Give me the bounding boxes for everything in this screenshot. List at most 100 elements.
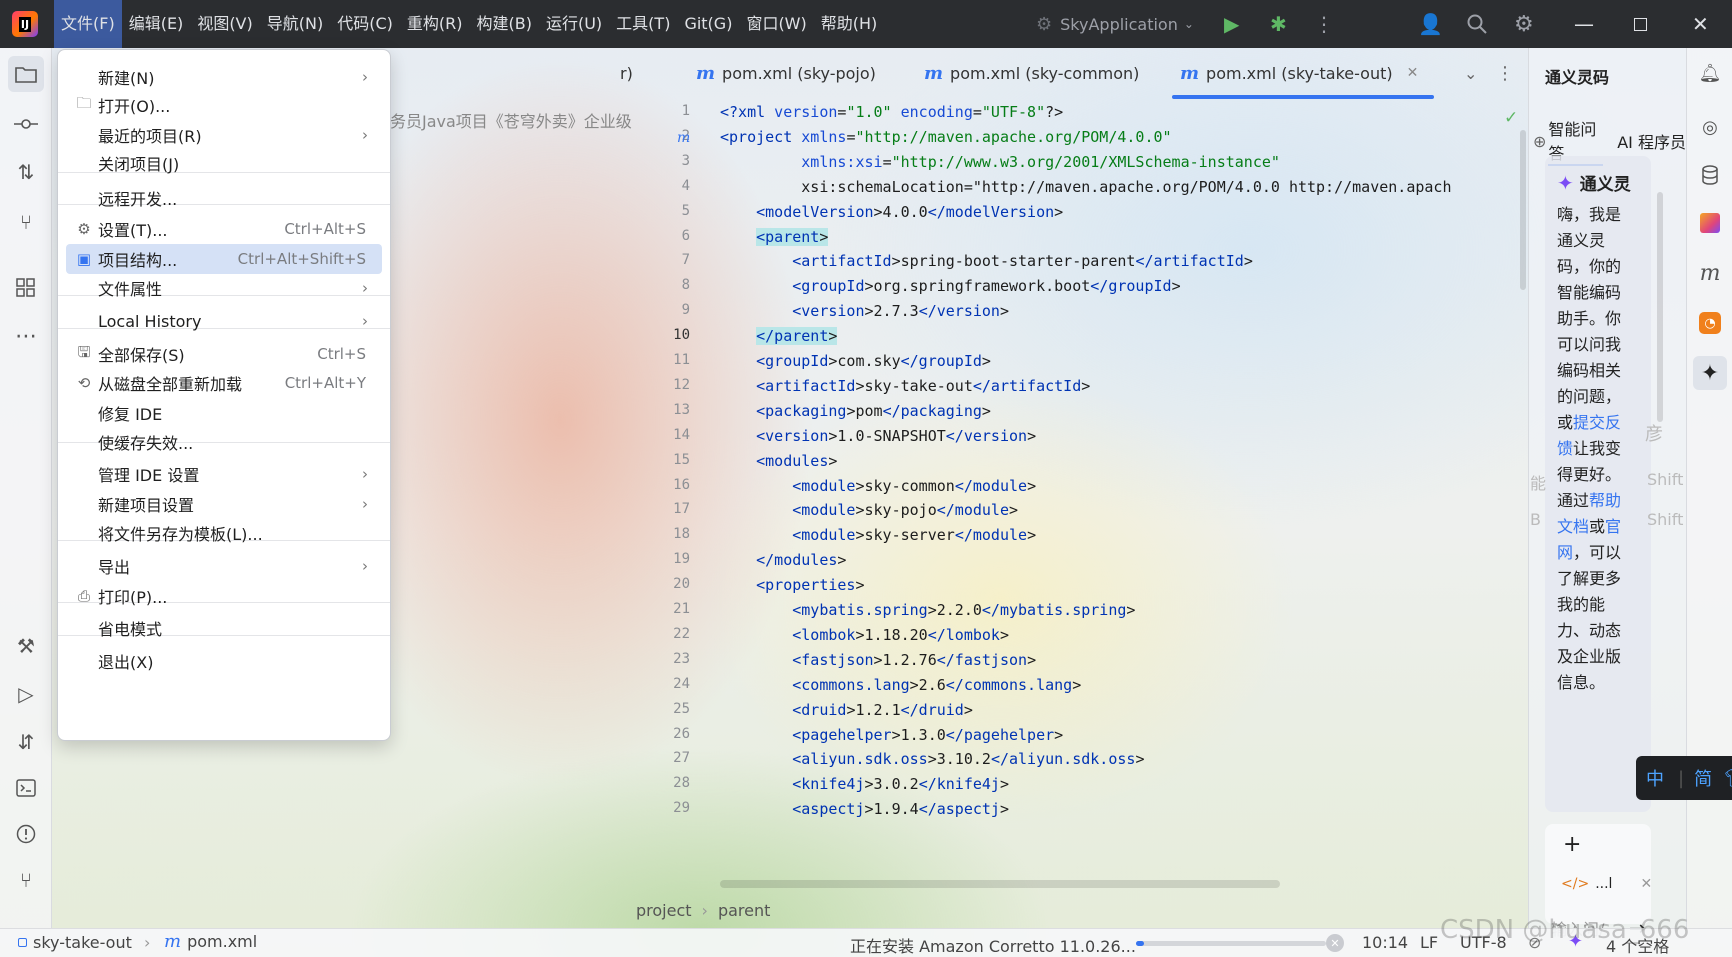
debug-icon[interactable]: ✱ [1270, 0, 1287, 48]
editor-tab[interactable]: m pom.xml (sky-pojo) [696, 48, 876, 98]
run-services-icon[interactable]: ▷ [8, 676, 44, 712]
pull-requests-icon[interactable]: ⇅ [8, 154, 44, 190]
close-tab-icon[interactable]: ✕ [1407, 65, 1419, 81]
file-menu-item[interactable]: ⚙ 设置(T)... Ctrl+Alt+S [66, 214, 382, 244]
menu-8[interactable]: 工具(T) [609, 0, 677, 48]
minimize-button[interactable]: — [1574, 0, 1594, 48]
commit-icon[interactable] [8, 106, 44, 142]
menu-9[interactable]: Git(G) [677, 0, 739, 48]
tab-ai-programmer[interactable]: AI 程序员 [1617, 129, 1686, 153]
file-menu-item[interactable]: ⟲ 从磁盘全部重新加载 Ctrl+Alt+Y [66, 368, 382, 398]
file-menu-item[interactable]: 将文件另存为模板(L)... [66, 518, 382, 548]
menu-7[interactable]: 运行(U) [539, 0, 609, 48]
file-menu-item[interactable]: 导出 › [66, 551, 382, 581]
editor-tab[interactable]: r) [620, 48, 633, 98]
structure-icon[interactable] [8, 270, 44, 306]
remove-chip-icon[interactable]: ✕ [1640, 876, 1652, 892]
file-menu-item[interactable]: Local History › [66, 306, 382, 336]
orange-plugin-icon[interactable]: ◔ [1695, 308, 1725, 338]
help-link[interactable]: 帮助 [1589, 491, 1621, 510]
status-file[interactable]: m pom.xml [164, 931, 257, 952]
menu-1[interactable]: 编辑(E) [122, 0, 191, 48]
menu-6[interactable]: 构建(B) [470, 0, 539, 48]
menu-0[interactable]: 文件(F) [54, 0, 122, 48]
maven-file-icon: m [924, 62, 944, 84]
menu-item-label: 打开(O)... [98, 97, 171, 116]
file-menu-item[interactable]: 修复 IDE [66, 398, 382, 428]
menu-2[interactable]: 视图(V) [190, 0, 259, 48]
feedback-link[interactable]: 提交反 [1573, 413, 1621, 432]
maven-icon[interactable]: ⇵ [8, 724, 44, 760]
menu-5[interactable]: 重构(R) [400, 0, 470, 48]
file-menu-item[interactable]: 关闭项目(J) [66, 148, 382, 178]
maximize-button[interactable] [1634, 0, 1647, 48]
website-link[interactable]: 官 [1605, 517, 1621, 536]
maven-icon[interactable]: m [1695, 258, 1725, 288]
build-hammer-icon[interactable]: ⚒ [8, 628, 44, 664]
database-icon[interactable] [1695, 160, 1725, 190]
file-menu-item[interactable]: ⎙ 打印(P)... [66, 581, 382, 611]
ai-swirl-icon[interactable]: ◎ [1695, 112, 1725, 142]
git-icon[interactable]: ⑂ [8, 862, 44, 898]
editor-tab[interactable]: m pom.xml (sky-common) [924, 48, 1139, 98]
more-actions-icon[interactable]: ⋮ [1314, 0, 1334, 48]
file-menu-item[interactable]: 省电模式 [66, 613, 382, 643]
add-context-icon[interactable]: + [1563, 832, 1581, 857]
cancel-task-icon[interactable]: ✕ [1326, 934, 1344, 952]
add-user-icon[interactable]: 👤 [1418, 0, 1443, 48]
branches-icon[interactable]: ⑂ [8, 204, 44, 240]
file-menu-item[interactable]: 🗀︎ 打开(O)... [66, 90, 382, 120]
menu-4[interactable]: 代码(C) [330, 0, 400, 48]
editor-tab-active[interactable]: m pom.xml (sky-take-out) ✕ [1180, 48, 1418, 98]
code-context-chip[interactable]: </> ...l ✕ [1561, 876, 1652, 892]
help-link[interactable]: 文档 [1557, 517, 1589, 536]
plugin-cube-icon[interactable] [1695, 208, 1725, 238]
menu-11[interactable]: 帮助(H) [814, 0, 885, 48]
file-menu-item[interactable]: 远程开发... [66, 183, 382, 213]
more-tabs-icon[interactable]: ⋮ [1496, 48, 1514, 98]
status-project[interactable]: sky-take-out [18, 933, 132, 952]
terminal-icon[interactable] [8, 770, 44, 806]
close-window-button[interactable]: ✕ [1692, 0, 1709, 48]
run-icon[interactable]: ▶ [1224, 0, 1239, 48]
breadcrumb-item[interactable]: parent [718, 901, 770, 920]
code-editor[interactable]: <?xml version="1.0" encoding="UTF-8"?> <p… [720, 98, 1528, 893]
chevron-down-icon[interactable]: ⌄ [1464, 48, 1477, 98]
background-task-label[interactable]: 正在安装 Amazon Corretto 11.0.26... [850, 933, 1136, 957]
file-menu-item[interactable]: 新建项目设置 › [66, 489, 382, 519]
file-menu-item[interactable]: 新建(N) › [66, 62, 382, 92]
run-config[interactable]: ⚙ SkyApplication ⌄ [1036, 0, 1194, 48]
menu-3[interactable]: 导航(N) [260, 0, 330, 48]
settings-gear-icon[interactable]: ⚙ [1514, 0, 1534, 48]
panel-scrollbar[interactable] [1657, 192, 1663, 422]
bubble-line: 了解更多 [1557, 569, 1622, 588]
file-menu-item[interactable]: 文件属性 › [66, 273, 382, 303]
file-menu-item[interactable]: 最近的项目(R) › [66, 120, 382, 150]
ime-skin-icon[interactable]: 👕︎ [1724, 768, 1732, 789]
menu-10[interactable]: 窗口(W) [739, 0, 813, 48]
problems-icon[interactable] [8, 816, 44, 852]
project-folder-icon[interactable] [8, 56, 44, 92]
file-menu-item[interactable]: 退出(X) [66, 646, 382, 676]
website-link[interactable]: 网 [1557, 543, 1573, 562]
more-tools-icon[interactable]: ⋯ [8, 318, 44, 354]
caret-position[interactable]: 10:14 [1362, 933, 1408, 952]
ime-chinese-toggle[interactable]: 中 [1646, 765, 1664, 791]
file-menu-item[interactable]: ▣ 项目结构... Ctrl+Alt+Shift+S [66, 244, 382, 274]
horizontal-scrollbar[interactable] [720, 880, 1280, 888]
breadcrumb-item[interactable]: project [636, 901, 692, 920]
editor-scrollbar[interactable] [1520, 130, 1526, 290]
app-logo-icon[interactable]: IJ [12, 11, 38, 37]
tongyi-icon[interactable]: ✦ [1693, 356, 1727, 390]
code-line: <module>sky-common</module> [792, 476, 1037, 495]
maven-gutter-icon[interactable]: m [677, 130, 690, 146]
ime-simplified-toggle[interactable]: 简 [1694, 765, 1712, 791]
feedback-link[interactable]: 馈 [1557, 439, 1573, 458]
file-menu-item[interactable]: 管理 IDE 设置 › [66, 459, 382, 489]
add-icon[interactable]: ⊕ [1533, 132, 1546, 151]
file-menu-item[interactable]: 🖫︎ 全部保存(S) Ctrl+S [66, 339, 382, 369]
notifications-bell-icon[interactable]: 🔔︎ [1695, 58, 1725, 88]
search-icon[interactable] [1466, 0, 1488, 48]
file-menu-item[interactable]: 使缓存失效... [66, 427, 382, 457]
line-separator[interactable]: LF [1420, 933, 1438, 952]
